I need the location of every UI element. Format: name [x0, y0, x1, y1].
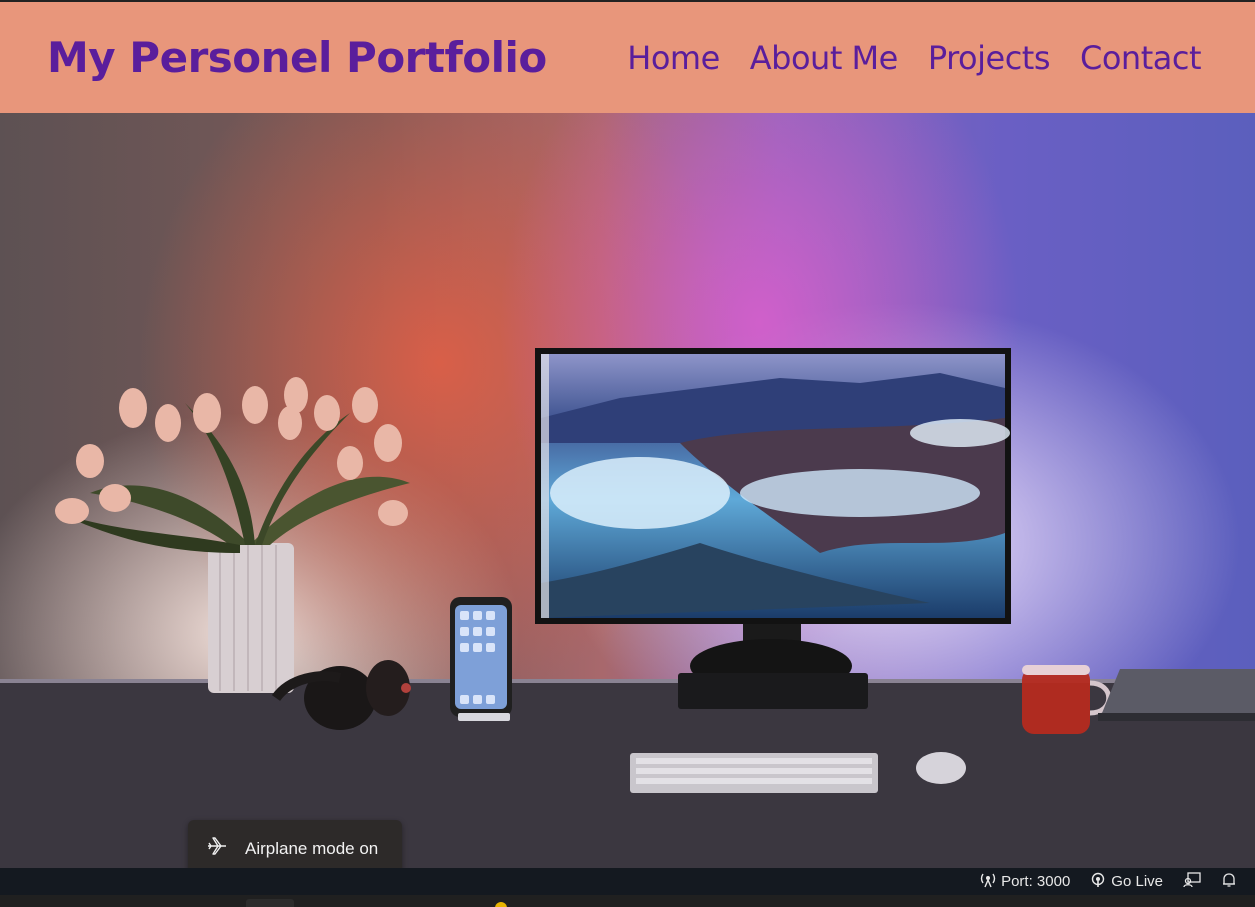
site-brand[interactable]: My Personel Portfolio: [47, 33, 547, 82]
nav-link-about-me[interactable]: About Me: [750, 39, 899, 77]
airplane-mode-label: Airplane mode on: [245, 838, 379, 858]
desk-setup-illustration: [0, 348, 1255, 868]
port-status[interactable]: Port: 3000: [980, 872, 1070, 892]
go-live-button[interactable]: Go Live: [1090, 872, 1163, 892]
nav-link-home[interactable]: Home: [627, 39, 720, 77]
status-bar: Port: 3000 Go Live: [0, 868, 1255, 895]
nav-links: Home About Me Projects Contact: [627, 39, 1201, 77]
navbar: My Personel Portfolio Home About Me Proj…: [0, 2, 1255, 113]
keyboard: [630, 753, 878, 793]
tulip-vase: [55, 377, 410, 693]
nav-link-projects[interactable]: Projects: [928, 39, 1051, 77]
laptop: [1098, 669, 1255, 721]
go-live-icon: [1090, 872, 1106, 892]
port-label: Port: 3000: [1001, 873, 1071, 890]
feedback-button[interactable]: [1183, 871, 1201, 892]
taskbar-tab[interactable]: [246, 899, 294, 907]
bell-icon: [1221, 872, 1237, 892]
desktop-monitor: [535, 348, 1011, 709]
feedback-icon: [1183, 871, 1201, 892]
nav-link-contact[interactable]: Contact: [1080, 39, 1202, 77]
taskbar-edge: [0, 895, 1255, 907]
airplane-icon: [206, 835, 228, 862]
broadcast-icon: [980, 872, 996, 892]
smartphone: [450, 597, 512, 721]
notifications-button[interactable]: [1221, 872, 1237, 892]
hero-image: [0, 113, 1255, 868]
taskbar-app-icon[interactable]: [495, 902, 507, 907]
mouse: [916, 752, 966, 784]
go-live-label: Go Live: [1111, 873, 1163, 890]
